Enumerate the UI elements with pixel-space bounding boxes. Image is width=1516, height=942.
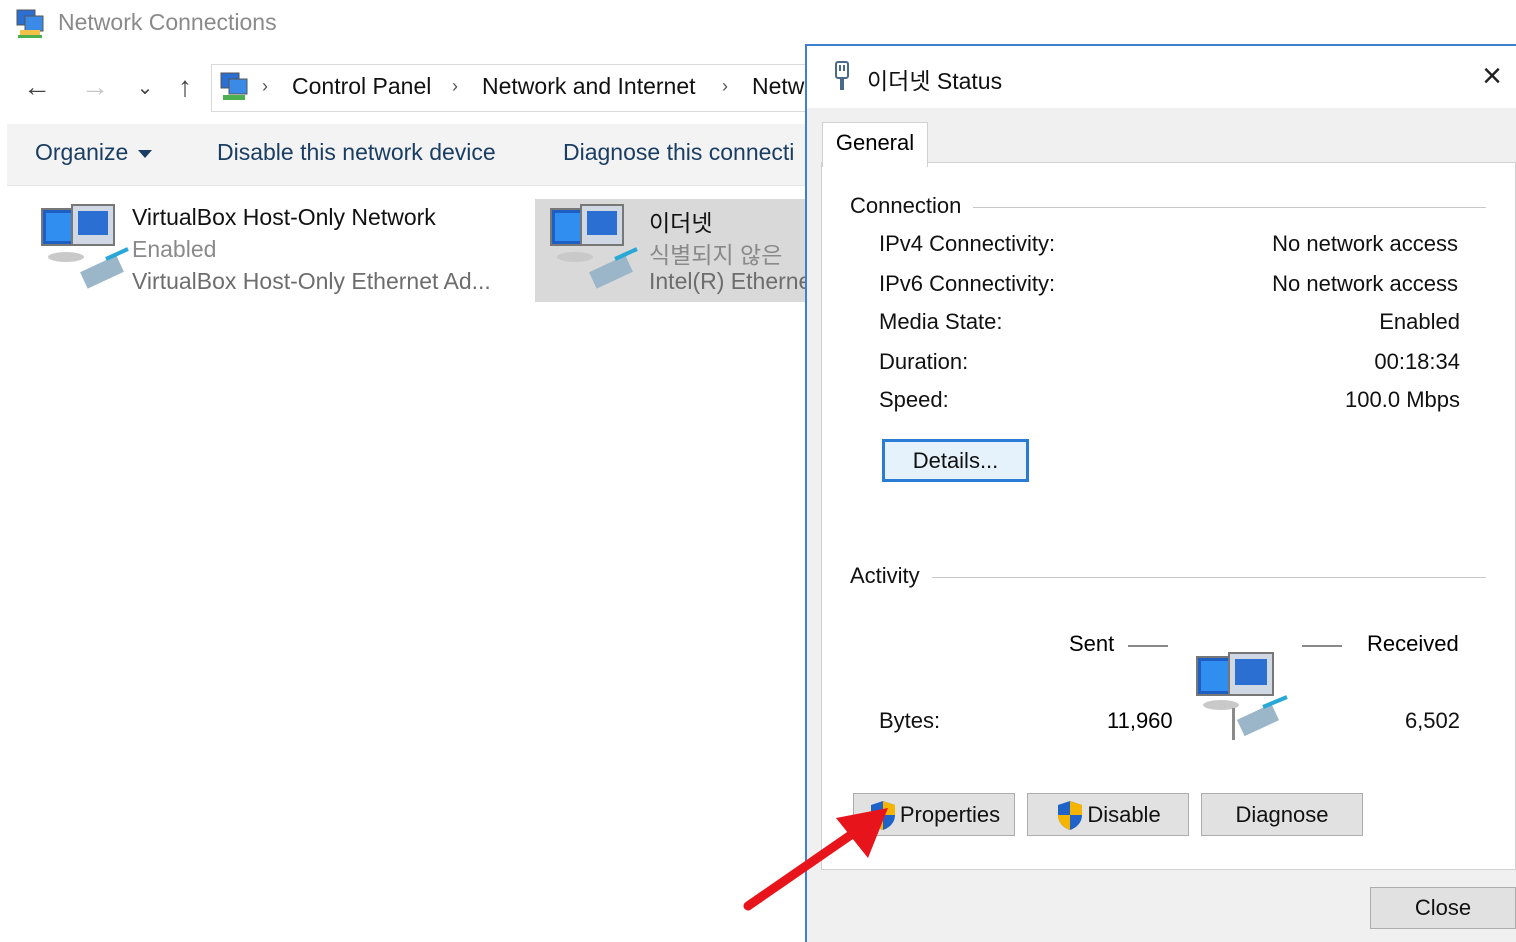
ethernet-cable-icon <box>835 61 849 90</box>
ipv4-connectivity-label: IPv4 Connectivity: <box>879 231 1056 256</box>
media-state-value: Enabled <box>1379 309 1460 334</box>
chevron-right-icon: › <box>452 76 458 96</box>
ipv6-connectivity-value: No network access <box>1272 271 1458 296</box>
breadcrumb-network-connections[interactable]: Netw <box>752 73 804 100</box>
network-connections-icon <box>16 9 44 38</box>
window-title: Network Connections <box>58 9 277 35</box>
close-button[interactable]: Close <box>1370 887 1516 929</box>
connection-item-ethernet[interactable]: 이더넷 식별되지 않은 Intel(R) Etherne <box>535 199 815 302</box>
control-panel-icon <box>220 72 248 100</box>
dialog-title: 이더넷 Status <box>867 68 1003 94</box>
tab-general[interactable]: General <box>822 122 928 167</box>
bytes-sent-value: 11,960 <box>1107 708 1173 733</box>
chevron-right-icon: › <box>262 76 268 96</box>
bytes-label: Bytes: <box>879 708 941 733</box>
speed-value: 100.0 Mbps <box>1345 387 1460 412</box>
ipv6-connectivity-label: IPv6 Connectivity: <box>879 271 1056 296</box>
chevron-right-icon: › <box>722 76 728 96</box>
address-bar[interactable]: › Control Panel › Network and Internet ›… <box>211 64 812 112</box>
connection-status: Enabled <box>132 236 217 262</box>
general-tab-panel: Connection IPv4 Connectivity: No network… <box>821 162 1516 870</box>
duration-value: 00:18:34 <box>1374 349 1460 374</box>
organize-label: Organize <box>35 139 129 165</box>
connection-device: Intel(R) Etherne <box>649 268 812 294</box>
disable-button[interactable]: Disable <box>1027 793 1189 836</box>
activity-group-rule <box>850 577 1486 578</box>
properties-label: Properties <box>899 801 1001 827</box>
up-button[interactable]: ↑ <box>170 70 200 104</box>
disable-label: Disable <box>1087 801 1161 827</box>
ethernet-status-dialog: 이더넷 Status × General Connection IPv4 Con… <box>805 44 1516 942</box>
diagnose-connection-button[interactable]: Diagnose this connecti <box>563 139 794 166</box>
uac-shield-icon <box>1058 800 1083 830</box>
bytes-received-value: 6,502 <box>1404 708 1460 733</box>
connection-name: 이더넷 <box>649 210 713 236</box>
command-bar: Organize Disable this network device Dia… <box>7 124 810 186</box>
dialog-titlebar: 이더넷 Status × <box>807 46 1516 108</box>
details-button[interactable]: Details... <box>882 439 1029 482</box>
network-adapter-icon <box>41 204 129 289</box>
media-state-label: Media State: <box>879 309 1003 334</box>
network-adapter-icon <box>550 204 638 289</box>
connection-group-label: Connection <box>850 193 974 219</box>
connection-device: VirtualBox Host-Only Ethernet Ad... <box>132 268 491 294</box>
activity-group-label: Activity <box>850 563 932 589</box>
back-button[interactable]: ← <box>22 70 52 104</box>
received-rule <box>1302 645 1342 647</box>
received-label: Received <box>1367 631 1459 656</box>
annotation-arrow-icon <box>743 808 888 911</box>
breadcrumb-control-panel[interactable]: Control Panel <box>292 73 431 100</box>
breadcrumb-network-and-internet[interactable]: Network and Internet <box>482 73 696 100</box>
disable-device-button[interactable]: Disable this network device <box>217 139 496 166</box>
sent-label: Sent <box>1069 631 1115 656</box>
sent-rule <box>1128 645 1168 647</box>
ipv4-connectivity-value: No network access <box>1272 231 1458 256</box>
connection-item-virtualbox[interactable]: VirtualBox Host-Only Network Enabled Vir… <box>26 199 526 302</box>
organize-button[interactable]: Organize <box>35 139 153 166</box>
forward-button[interactable]: → <box>80 70 110 104</box>
window-titlebar: Network Connections <box>0 0 1516 48</box>
diagnose-button[interactable]: Diagnose <box>1201 793 1363 836</box>
recent-locations-button[interactable]: ⌄ <box>130 70 160 104</box>
connection-name: VirtualBox Host-Only Network <box>132 204 436 230</box>
duration-label: Duration: <box>879 349 969 374</box>
speed-label: Speed: <box>879 387 949 412</box>
chevron-down-icon <box>138 149 153 158</box>
activity-divider <box>1232 708 1235 740</box>
address-row: ← → ⌄ ↑ › Control Panel › Network and In… <box>0 60 812 116</box>
dialog-close-icon[interactable]: × <box>1470 54 1514 98</box>
network-activity-icon <box>1196 652 1288 737</box>
connection-status: 식별되지 않은 <box>649 242 783 268</box>
